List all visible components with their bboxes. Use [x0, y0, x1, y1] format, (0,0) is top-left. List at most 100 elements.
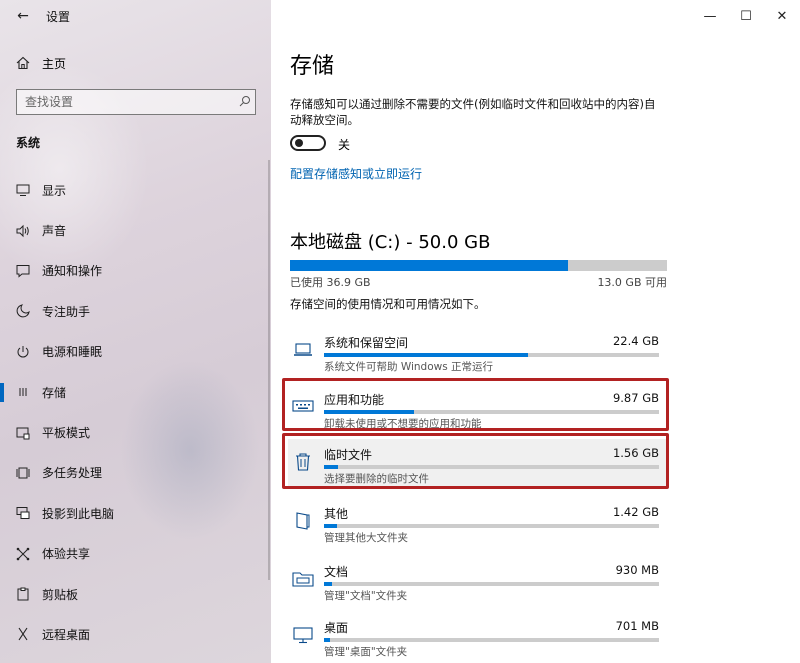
sidebar-item-label: 电源和睡眠 — [42, 345, 103, 360]
sidebar-item-shared-experiences[interactable]: 体验共享 — [0, 534, 271, 574]
sidebar-item-label: 平板模式 — [42, 426, 91, 441]
title-bar: ← 设置 — [0, 0, 271, 32]
category-other[interactable]: 其他 1.42 GB 管理其他大文件夹 — [288, 498, 667, 548]
highlight-box-apps — [282, 378, 669, 431]
nav-list: 显示 声音 通知和操作 专注助手 电源和睡眠 存储 平板模式 多任务处理 投影到… — [0, 170, 271, 655]
section-label: 系统 — [16, 136, 41, 150]
toggle-knob — [295, 139, 303, 147]
folder-open-icon — [292, 510, 314, 532]
free-space-text: 13.0 GB 可用 — [597, 276, 667, 289]
toggle-state-label: 关 — [338, 138, 351, 152]
home-icon — [16, 56, 30, 70]
category-size: 701 MB — [615, 619, 659, 633]
storage-sense-description: 存储感知可以通过删除不需要的文件(例如临时文件和回收站中的内容)自动释放空间。 — [290, 97, 656, 127]
sidebar-scrollbar[interactable] — [268, 160, 270, 580]
storage-icon — [16, 385, 30, 399]
maximize-icon: ☐ — [740, 8, 752, 24]
usage-description: 存储空间的使用情况和可用情况如下。 — [290, 297, 486, 311]
category-size: 1.42 GB — [612, 505, 659, 519]
page-title: 存储 — [290, 54, 335, 79]
search-input[interactable] — [25, 95, 235, 109]
sidebar-item-label: 通知和操作 — [42, 264, 103, 279]
disk-usage-fill — [290, 260, 569, 271]
sidebar-item-clipboard[interactable]: 剪贴板 — [0, 574, 271, 614]
sidebar-item-project-to-pc[interactable]: 投影到此电脑 — [0, 493, 271, 533]
category-name: 桌面 — [324, 621, 349, 635]
category-size: 22.4 GB — [612, 334, 659, 348]
folder-icon — [292, 568, 314, 590]
sidebar-item-label: 投影到此电脑 — [42, 506, 115, 521]
category-bar — [324, 638, 659, 642]
back-arrow-icon: ← — [17, 8, 29, 24]
speaker-icon — [16, 224, 30, 238]
sidebar-item-label: 专注助手 — [42, 304, 91, 319]
search-icon[interactable] — [235, 95, 255, 110]
remote-icon — [16, 627, 30, 641]
category-system-reserved[interactable]: 系统和保留空间 22.4 GB 系统文件可帮助 Windows 正常运行 — [288, 327, 667, 377]
category-bar — [324, 582, 659, 586]
configure-storage-sense-link[interactable]: 配置存储感知或立即运行 — [290, 165, 422, 182]
disk-title: 本地磁盘 (C:) - 50.0 GB — [290, 232, 491, 253]
sidebar-item-storage[interactable]: 存储 — [0, 372, 271, 412]
sidebar-item-notifications[interactable]: 通知和操作 — [0, 251, 271, 291]
category-size: 930 MB — [615, 563, 659, 577]
minimize-icon: — — [703, 8, 717, 24]
highlight-box-temp-files — [282, 433, 669, 489]
clipboard-icon — [16, 587, 30, 601]
desktop-icon — [292, 624, 314, 646]
category-bar — [324, 353, 659, 357]
minimize-button[interactable]: — — [692, 0, 728, 32]
app-title: 设置 — [46, 9, 71, 24]
category-subtext: 系统文件可帮助 Windows 正常运行 — [324, 361, 494, 373]
category-bar-fill — [324, 582, 333, 586]
maximize-button[interactable]: ☐ — [728, 0, 764, 32]
disk-usage-bar — [290, 260, 667, 271]
notification-icon — [16, 264, 30, 278]
sidebar-item-multitasking[interactable]: 多任务处理 — [0, 453, 271, 493]
sidebar-item-display[interactable]: 显示 — [0, 170, 271, 210]
sidebar-item-power[interactable]: 电源和睡眠 — [0, 332, 271, 372]
main-content: — ☐ ✕ 存储 存储感知可以通过删除不需要的文件(例如临时文件和回收站中的内容… — [271, 0, 800, 663]
category-subtext: 管理"桌面"文件夹 — [324, 646, 408, 658]
search-box[interactable] — [16, 89, 256, 115]
sidebar-item-label: 声音 — [42, 224, 67, 239]
sidebar-item-label: 存储 — [42, 385, 67, 400]
project-icon — [16, 506, 30, 520]
moon-icon — [16, 304, 30, 318]
category-bar-fill — [324, 524, 337, 528]
home-label: 主页 — [42, 56, 67, 71]
category-bar-fill — [324, 353, 528, 357]
multitask-icon — [16, 466, 30, 480]
monitor-icon — [16, 183, 30, 197]
category-subtext: 管理"文档"文件夹 — [324, 590, 408, 602]
tablet-icon — [16, 426, 30, 440]
category-name: 系统和保留空间 — [324, 336, 409, 350]
sidebar-item-sound[interactable]: 声音 — [0, 210, 271, 250]
category-name: 其他 — [324, 507, 349, 521]
sidebar-item-remote-desktop[interactable]: 远程桌面 — [0, 614, 271, 654]
category-subtext: 管理其他大文件夹 — [324, 532, 408, 544]
sidebar: ← 设置 主页 系统 显示 声音 通知和操作 专注助手 — [0, 0, 271, 663]
category-bar — [324, 524, 659, 528]
close-icon: ✕ — [776, 8, 788, 24]
category-desktop[interactable]: 桌面 701 MB 管理"桌面"文件夹 — [288, 612, 667, 662]
category-name: 文档 — [324, 565, 349, 579]
sidebar-item-label: 远程桌面 — [42, 627, 91, 642]
sidebar-item-label: 体验共享 — [42, 547, 91, 562]
storage-sense-toggle[interactable] — [290, 135, 326, 151]
power-icon — [16, 345, 30, 359]
close-button[interactable]: ✕ — [764, 0, 800, 32]
window-controls: — ☐ ✕ — [692, 0, 800, 32]
back-button[interactable]: ← — [0, 0, 46, 32]
category-documents[interactable]: 文档 930 MB 管理"文档"文件夹 — [288, 556, 667, 606]
used-space-text: 已使用 36.9 GB — [290, 276, 371, 289]
home-nav-item[interactable]: 主页 — [0, 50, 271, 76]
sidebar-item-label: 剪贴板 — [42, 587, 79, 602]
sidebar-item-label: 多任务处理 — [42, 466, 103, 481]
laptop-icon — [292, 339, 314, 361]
share-icon — [16, 547, 30, 561]
sidebar-item-focus-assist[interactable]: 专注助手 — [0, 291, 271, 331]
sidebar-item-tablet-mode[interactable]: 平板模式 — [0, 412, 271, 452]
sidebar-item-label: 显示 — [42, 183, 67, 198]
category-bar-fill — [324, 638, 331, 642]
